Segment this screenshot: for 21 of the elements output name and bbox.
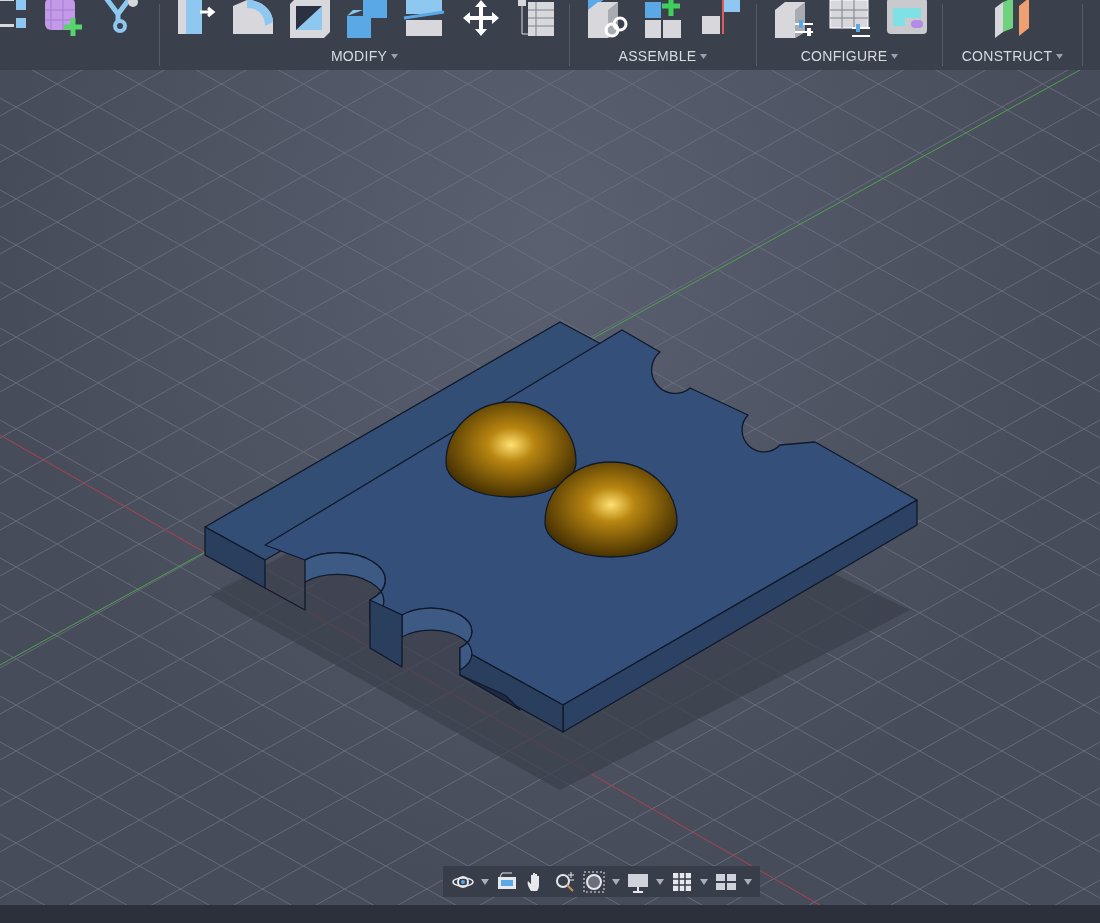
group-menu[interactable]: CONSTRUCT — [959, 48, 1066, 64]
table-icon[interactable] — [515, 0, 556, 38]
caret-icon[interactable] — [699, 878, 708, 885]
caret-icon[interactable] — [611, 878, 620, 885]
caret-icon — [1056, 53, 1064, 59]
group-menu[interactable]: MODIFY — [328, 48, 401, 64]
zoom-window-icon[interactable] — [582, 870, 605, 893]
group-menu[interactable]: CONFIGURE — [798, 48, 901, 64]
shell-icon[interactable] — [287, 0, 332, 38]
split-body-icon[interactable] — [401, 0, 446, 38]
table-slider-icon[interactable] — [827, 0, 872, 38]
caret-icon[interactable] — [743, 878, 752, 885]
combine-icon[interactable] — [344, 0, 389, 38]
caret-icon — [891, 53, 899, 59]
group-menu[interactable]: ASSEMBLE — [616, 48, 710, 64]
caret-icon — [700, 53, 708, 59]
caret-icon — [391, 53, 399, 59]
grid-icon[interactable] — [670, 870, 693, 893]
caret-icon[interactable] — [480, 878, 489, 885]
zoom-icon[interactable] — [553, 870, 576, 893]
caret-icon[interactable] — [655, 878, 664, 885]
